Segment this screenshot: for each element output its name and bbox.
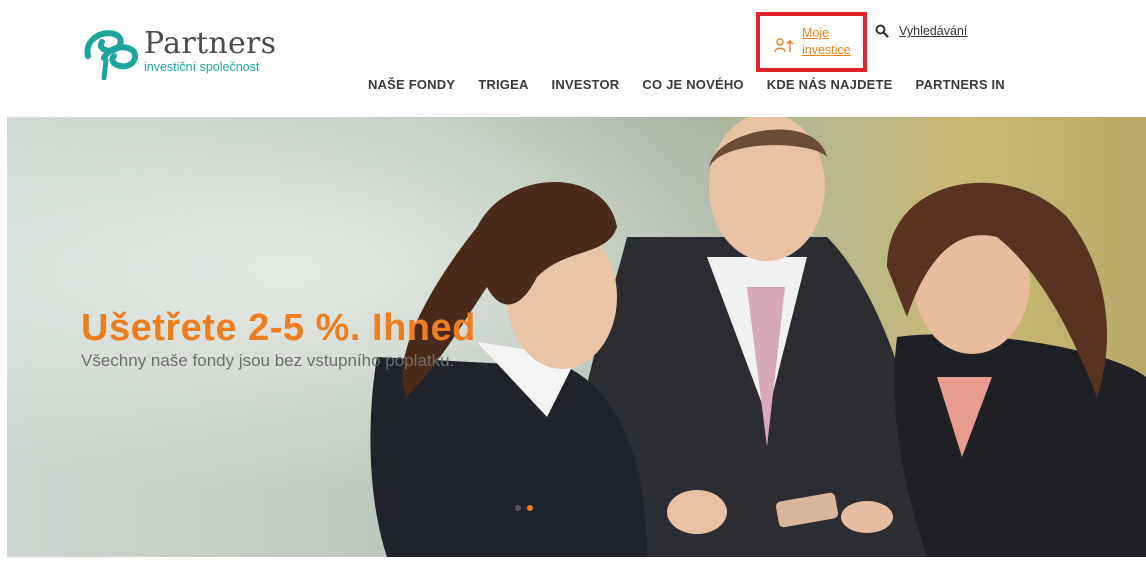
main-nav: NAŠE FONDY TRIGEA INVESTOR CO JE NOVÉHO … bbox=[368, 77, 1005, 92]
search-link-group[interactable]: Vyhledávání bbox=[875, 24, 967, 38]
partners-logo-icon bbox=[84, 30, 138, 80]
user-login-icon bbox=[774, 38, 794, 53]
nav-item-trigea[interactable]: TRIGEA bbox=[478, 77, 528, 92]
search-link[interactable]: Vyhledávání bbox=[899, 24, 967, 38]
nav-item-co-je-noveho[interactable]: CO JE NOVÉHO bbox=[642, 77, 743, 92]
logo-name: Partners bbox=[144, 26, 277, 61]
nav-item-kde-nas-najdete[interactable]: KDE NÁS NAJDETE bbox=[767, 77, 893, 92]
partners-logo[interactable]: Partners investiční společnost bbox=[80, 26, 276, 80]
nav-item-investor[interactable]: INVESTOR bbox=[552, 77, 620, 92]
search-icon[interactable] bbox=[875, 24, 889, 38]
logo-tagline: investiční společnost bbox=[144, 60, 260, 74]
site-header: Partners investiční společnost Moje inve… bbox=[0, 0, 1146, 117]
hero-subline: Všechny naše fondy jsou bez vstupního po… bbox=[81, 351, 455, 370]
nav-item-partners-in[interactable]: PARTNERS IN bbox=[916, 77, 1005, 92]
slider-dot[interactable] bbox=[515, 505, 521, 511]
hero-headline: Ušetřete 2-5 %. Ihned bbox=[81, 307, 476, 349]
hero-banner[interactable]: Ušetřete 2-5 %. Ihned Všechny naše fondy… bbox=[7, 117, 1146, 557]
moje-investice-highlight: Moje investice bbox=[756, 12, 867, 72]
slider-dots bbox=[515, 505, 539, 511]
slider-dot-active[interactable] bbox=[527, 505, 533, 511]
moje-investice-link[interactable]: Moje investice bbox=[802, 25, 851, 59]
nav-item-nase-fondy[interactable]: NAŠE FONDY bbox=[368, 77, 455, 92]
utility-bar: Moje investice Vyhledávání bbox=[756, 12, 967, 72]
